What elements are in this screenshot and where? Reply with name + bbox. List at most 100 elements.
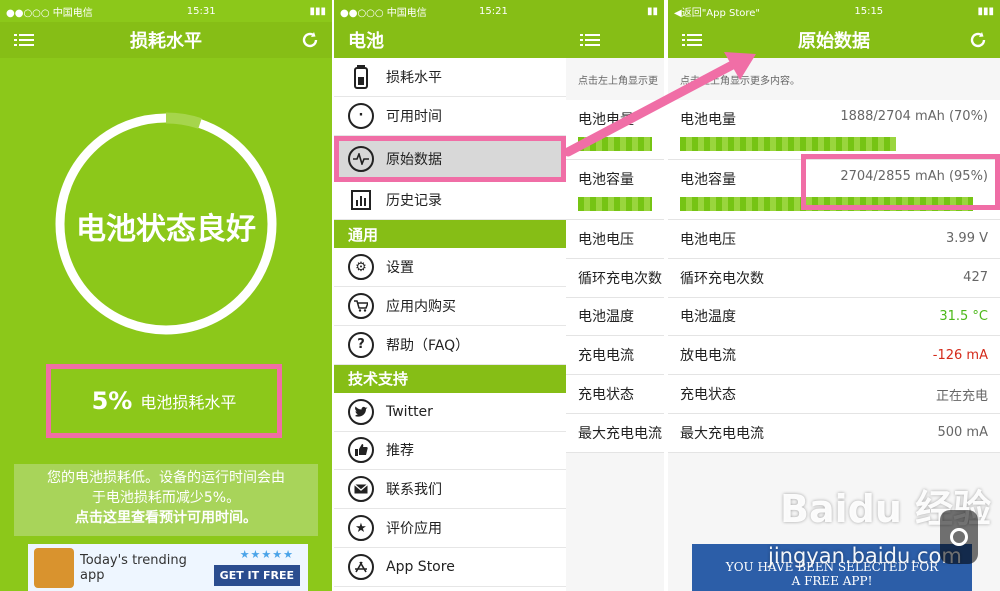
row-label: 最大充电电流 [578,425,662,442]
row-charge-state: 充电状态 [566,375,664,414]
row-label: 放电电流 [680,348,736,365]
wear-level-box: 5% 电池损耗水平 [46,364,282,438]
carrier-label: ●●○○○ 中国电信 [340,7,427,19]
nav-bar: 损耗水平 [0,22,332,58]
menu-item-label: 可用时间 [386,108,442,125]
menu-icon[interactable] [14,32,34,53]
row-label: 充电状态 [680,387,736,404]
desc-line-1: 您的电池损耗低。设备的运行时间会由 [47,470,285,486]
menu-item-history[interactable]: 历史记录 [334,182,566,221]
star-icon: ★ [348,515,374,542]
menu-item-label: 原始数据 [386,151,442,168]
twitter-icon [348,398,374,425]
menu-item-wear-level[interactable]: 损耗水平 [334,58,566,97]
wear-label: 电池损耗水平 [140,393,237,412]
row-cycles: 循环充电次数 427 [668,258,1000,298]
row-label: 充电电流 [578,348,634,365]
refresh-icon[interactable] [968,30,988,55]
row-label: 循环充电次数 [578,270,662,287]
screen-menu: ●●○○○ 中国电信 15:21 电池 损耗水平 · 可用时间 原始数据 历史记… [334,0,566,591]
screen-wear-level: ●●○○○ 中国电信 15:31 ▮▮▮ 损耗水平 电池状态良好 5% 电池损耗… [0,0,332,591]
row-value: 427 [963,270,988,286]
menu-item-contact[interactable]: 联系我们 [334,470,566,510]
menu-item-label: App Store [386,558,455,575]
menu-header: 电池 [334,22,566,58]
section-general: 通用 [334,220,566,249]
row-label: 电池电压 [680,231,736,248]
menu-item-label: 帮助（FAQ） [386,337,470,354]
row-label: 最大充电电流 [680,425,764,442]
assistive-touch-button[interactable] [940,510,978,564]
battery-status-icon: ▮▮▮ [977,5,994,17]
clock-icon: · [348,102,374,129]
row-max-current: 最大充电电流 500 mA [668,413,1000,453]
status-time: 15:31 [186,5,216,17]
menu-item-label: 历史记录 [386,193,442,210]
menu-item-label: 设置 [386,260,414,277]
mail-icon [348,476,374,503]
capacity-bar [578,196,652,211]
cart-icon [348,293,374,320]
runtime-link[interactable]: 点击这里查看预计可用时间。 [18,508,314,528]
status-time: 15:15 [854,5,884,17]
menu-item-iap[interactable]: 应用内购买 [334,287,566,326]
menu-item-recommend[interactable]: 推荐 [334,432,566,471]
row-max-current: 最大充电电流 [566,413,664,453]
waveform-icon [348,145,374,172]
row-temperature: 电池温度 31.5 °C [668,297,1000,337]
status-bar: ◀返回"App Store" 15:15 ▮▮▮ [668,0,1000,22]
menu-item-label: 评价应用 [386,521,442,538]
menu-item-settings[interactable]: ⚙ 设置 [334,248,566,288]
battery-icon [348,64,374,90]
row-voltage: 电池电压 [566,220,664,259]
page-title: 损耗水平 [130,31,202,52]
desc-line-2: 于电池损耗而减少5%。 [91,490,241,506]
row-label: 电池电压 [578,231,634,248]
ad-thumbnail [34,547,74,588]
menu-item-raw-data[interactable]: 原始数据 [334,135,566,182]
ad-banner[interactable]: Today's trending app ★★★★★ GET IT FREE [28,544,308,591]
status-bar: ▮▮ [566,0,664,22]
back-to-app-store[interactable]: ◀返回"App Store" [674,4,760,19]
thumbs-up-icon [348,437,374,464]
row-charge-current: 充电电流 [566,336,664,376]
wear-description[interactable]: 您的电池损耗低。设备的运行时间会由 于电池损耗而减少5%。 点击这里查看预计可用… [14,464,318,536]
wear-percent: 5% [91,387,133,415]
battery-status-icon: ▮▮▮ [309,5,326,17]
row-voltage: 电池电压 3.99 V [668,220,1000,259]
row-value: -126 mA [932,347,988,363]
row-value: 正在充电 [935,388,988,404]
row-label: 充电状态 [578,387,634,404]
capacity-highlight-box [801,154,1000,210]
menu-item-runtime[interactable]: · 可用时间 [334,97,566,136]
row-value: 31.5 °C [939,308,988,324]
row-label: 循环充电次数 [680,270,764,287]
menu-item-rate[interactable]: ★ 评价应用 [334,509,566,548]
menu-item-label: Twitter [386,403,433,420]
ad-title: Today's trending app [80,552,187,583]
refresh-icon[interactable] [300,30,320,55]
status-time: 15:21 [478,5,508,17]
menu-item-label: 推荐 [386,443,414,460]
menu-item-app-store[interactable]: App Store [334,548,566,587]
watermark-url: jingyan.baidu.com [768,544,962,568]
chart-icon [348,187,374,213]
pointer-arrow [563,52,756,157]
row-value: 500 mA [937,425,988,441]
gear-icon: ⚙ [348,254,374,281]
menu-item-help[interactable]: ? 帮助（FAQ） [334,326,566,365]
row-label: 电池容量 [680,171,736,188]
section-support: 技术支持 [334,364,566,393]
ad-get-button[interactable]: GET IT FREE [213,565,300,586]
row-label: 电池容量 [578,171,634,188]
status-bar: ●●○○○ 中国电信 15:31 ▮▮▮ [0,0,332,22]
menu-item-twitter[interactable]: Twitter [334,393,566,432]
status-bar: ●●○○○ 中国电信 15:21 [334,0,566,22]
battery-status-text: 电池状态良好 [76,212,256,247]
row-value: 1888/2704 mAh (70%) [840,108,988,124]
page-title: 原始数据 [798,31,870,52]
carrier-label: ●●○○○ 中国电信 [6,7,93,19]
row-discharge-current: 放电电流 -126 mA [668,336,1000,376]
menu-item-label: 联系我们 [386,482,442,499]
menu-item-label: 损耗水平 [386,69,442,86]
